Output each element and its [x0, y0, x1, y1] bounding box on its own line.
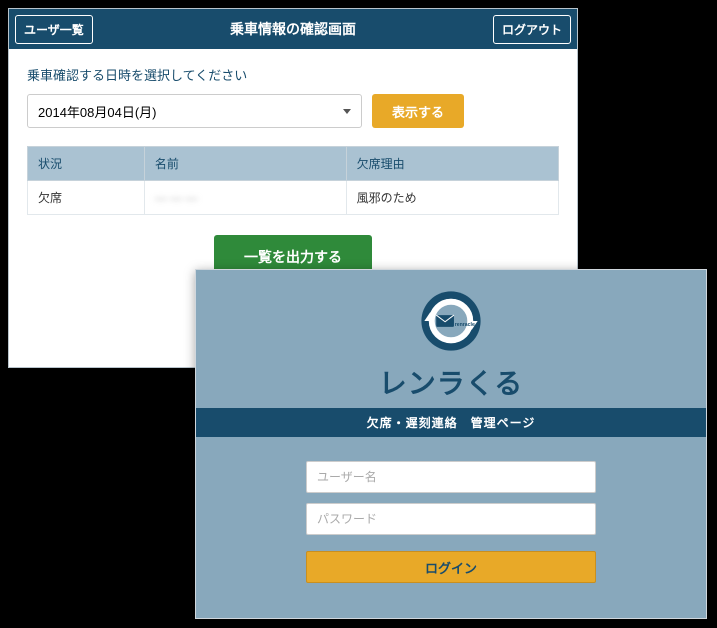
show-button[interactable]: 表示する	[372, 94, 464, 128]
login-panel: renracle レンラくる 欠席・遅刻連絡 管理ページ ログイン	[195, 269, 707, 619]
page-title: 乗車情報の確認画面	[230, 19, 356, 39]
logo-text: レンラくる	[379, 362, 523, 402]
cell-name-value: ― ― ―	[155, 191, 198, 205]
user-list-button[interactable]: ユーザ一覧	[15, 15, 93, 44]
admin-body: 乗車確認する日時を選択してください 2014年08月04日(月) 表示する 状況…	[9, 49, 577, 297]
logout-button[interactable]: ログアウト	[493, 15, 571, 44]
login-form: ログイン	[306, 461, 596, 583]
instruction-text: 乗車確認する日時を選択してください	[27, 65, 559, 84]
attendance-table: 状況 名前 欠席理由 欠席 ― ― ― 風邪のため	[27, 146, 559, 215]
date-select[interactable]: 2014年08月04日(月)	[27, 94, 362, 128]
username-input[interactable]	[306, 461, 596, 493]
login-button[interactable]: ログイン	[306, 551, 596, 583]
table-header-row: 状況 名前 欠席理由	[28, 147, 559, 181]
col-name: 名前	[144, 147, 346, 181]
logo-icon: renracle	[414, 284, 488, 358]
login-subtitle-bar: 欠席・遅刻連絡 管理ページ	[196, 408, 706, 437]
cell-name: ― ― ―	[144, 181, 346, 215]
logo-brand-text: renracle	[455, 322, 475, 328]
cell-status: 欠席	[28, 181, 145, 215]
password-input[interactable]	[306, 503, 596, 535]
table-row: 欠席 ― ― ― 風邪のため	[28, 181, 559, 215]
date-select-value: 2014年08月04日(月)	[38, 102, 157, 121]
admin-header: ユーザ一覧 乗車情報の確認画面 ログアウト	[9, 9, 577, 49]
logo: renracle レンラくる	[379, 284, 523, 402]
col-reason: 欠席理由	[346, 147, 558, 181]
chevron-down-icon	[343, 109, 351, 114]
date-row: 2014年08月04日(月) 表示する	[27, 94, 559, 128]
cell-reason: 風邪のため	[346, 181, 558, 215]
col-status: 状況	[28, 147, 145, 181]
